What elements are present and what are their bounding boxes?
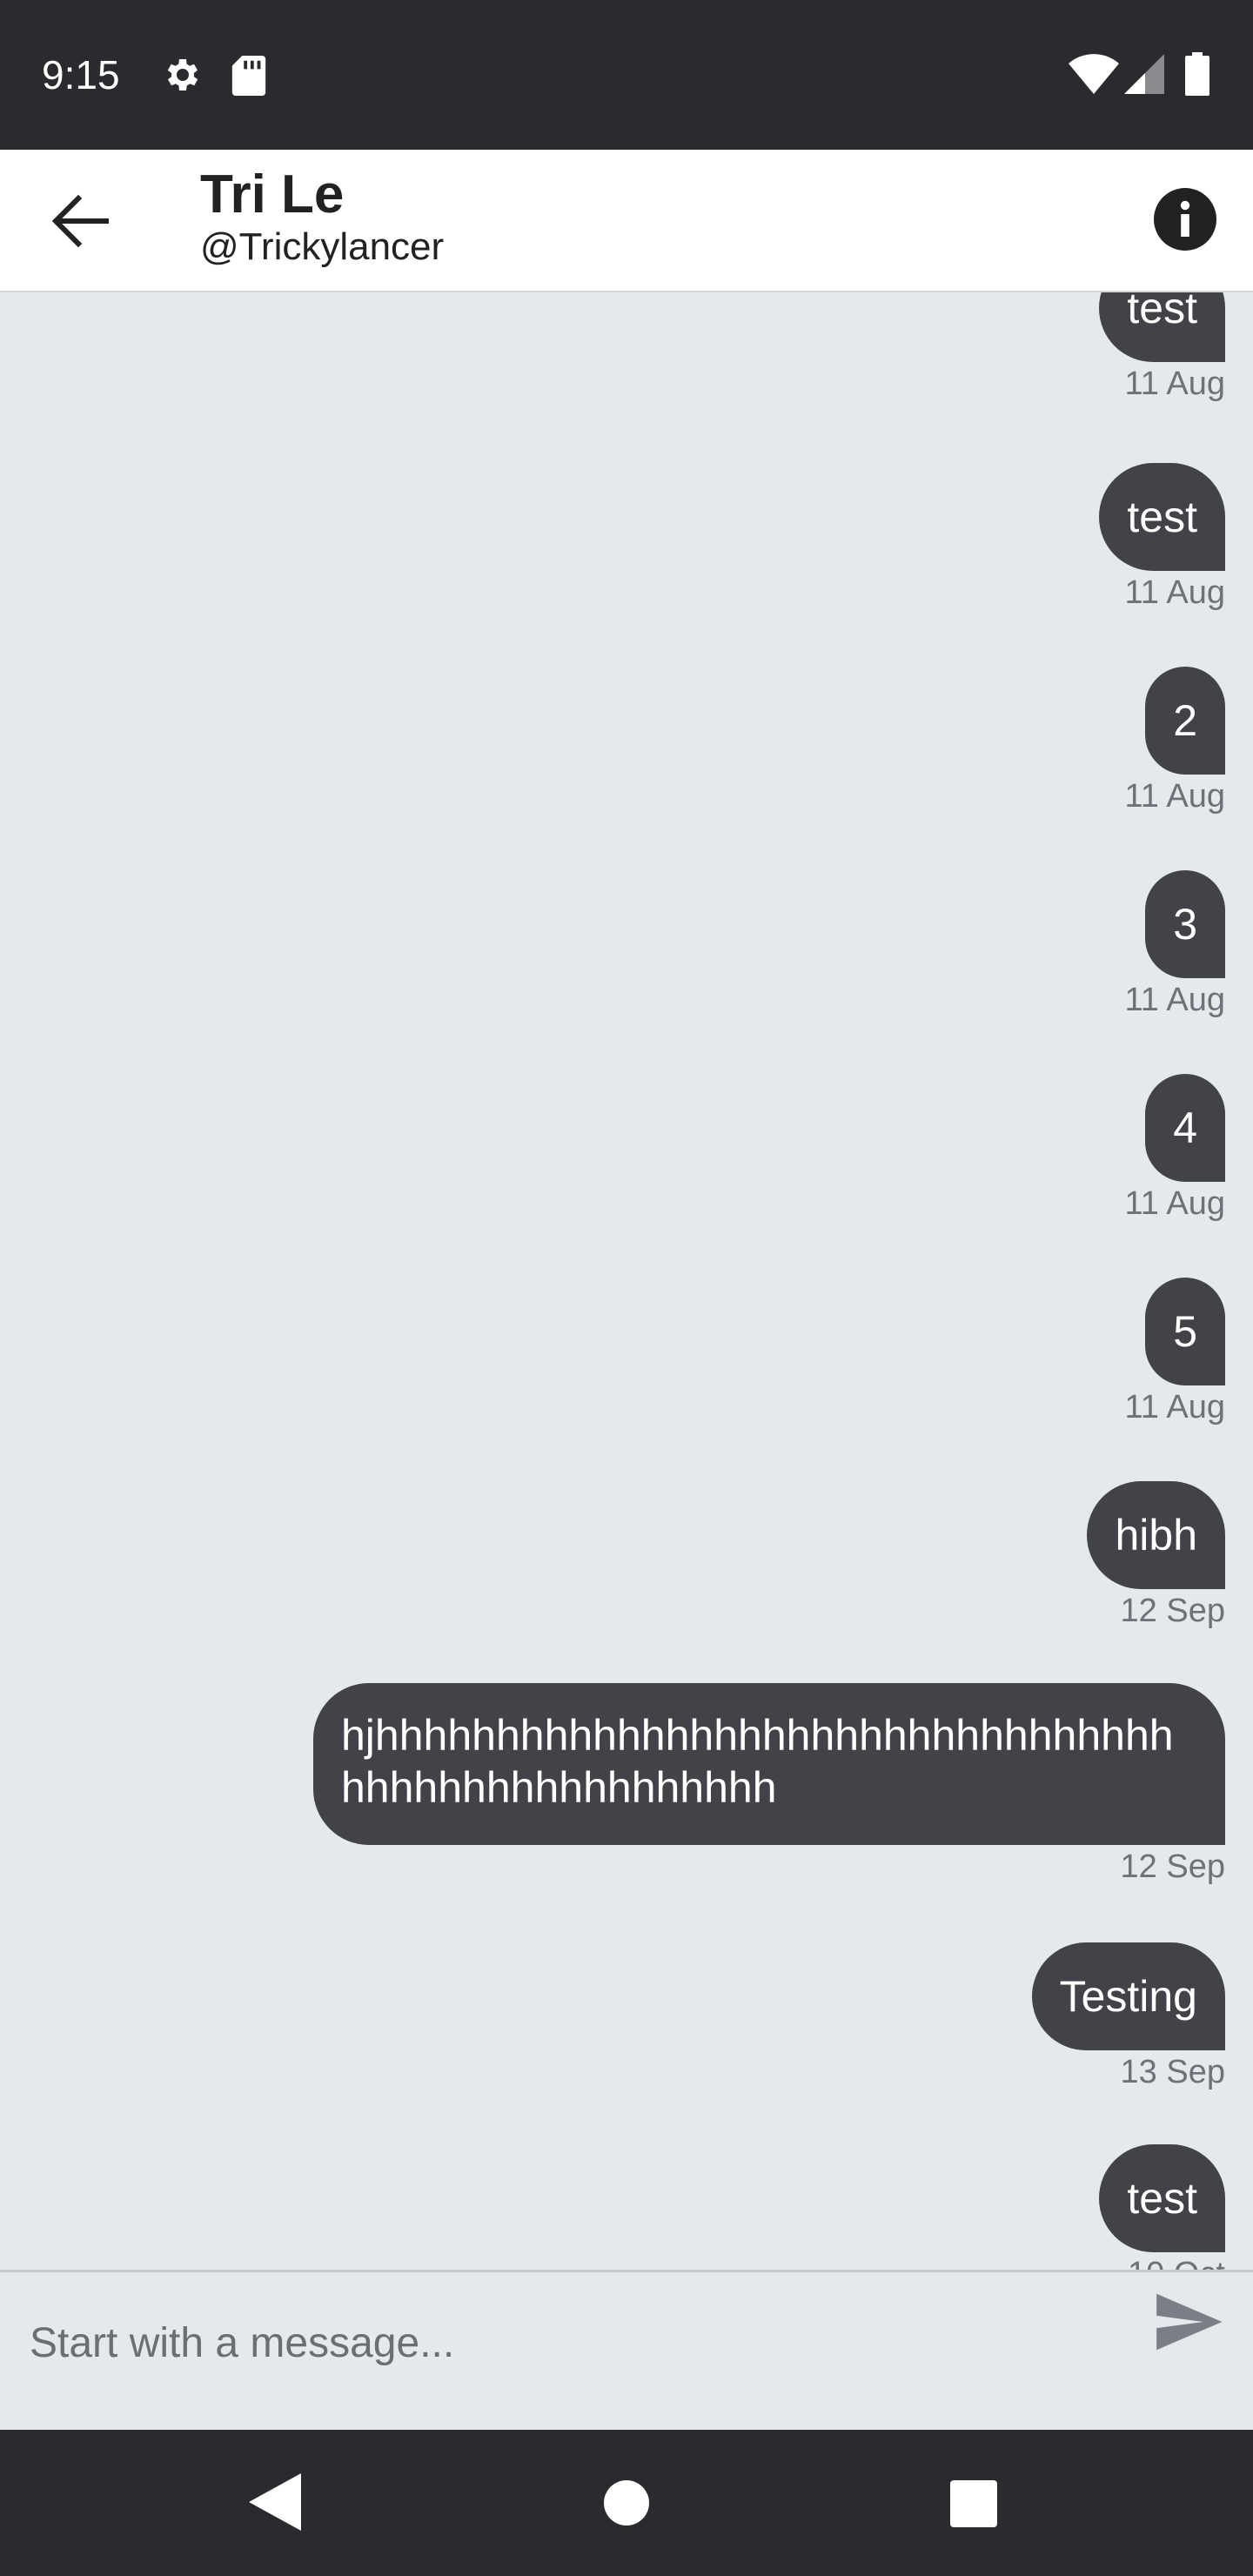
message-date: 13 Sep [1120, 2054, 1225, 2090]
message-date: 11 Aug [1124, 366, 1225, 402]
message-bubble[interactable]: 5 [1145, 1278, 1225, 1385]
message-item: hjhhhhhhhhhhhhhhhhhhhhhhhhhhhhhhhhhhhhhh… [313, 1683, 1225, 1887]
message-item: test 11 Aug [1099, 292, 1225, 404]
message-date: 12 Sep [1120, 1848, 1225, 1885]
recents-square-icon[interactable] [950, 2480, 997, 2527]
message-bubble[interactable]: 3 [1145, 870, 1225, 978]
message-bubble[interactable]: test [1099, 292, 1225, 362]
message-date: 11 Aug [1124, 574, 1225, 611]
message-input[interactable] [28, 2307, 1110, 2378]
message-item: 3 11 Aug [1124, 870, 1225, 1020]
send-icon[interactable] [1150, 2284, 1225, 2359]
system-nav-bar [0, 2430, 1253, 2576]
message-date: 12 Sep [1120, 1593, 1225, 1629]
home-circle-icon[interactable] [604, 2480, 649, 2526]
message-bubble[interactable]: Testing [1031, 1942, 1225, 2050]
message-item: test 10 Oct [1099, 2144, 1225, 2270]
status-bar: 9:15 [0, 0, 1253, 150]
message-item: 4 11 Aug [1124, 1074, 1225, 1224]
message-bubble[interactable]: 4 [1145, 1074, 1225, 1182]
back-triangle-icon[interactable] [249, 2473, 301, 2531]
contact-name: Tri Le [200, 164, 345, 225]
arrow-left-icon[interactable] [35, 178, 122, 265]
wifi-icon [1069, 54, 1119, 94]
message-bubble[interactable]: hibh [1087, 1481, 1225, 1589]
battery-icon [1185, 52, 1209, 96]
message-list[interactable]: test 11 Aug test 11 Aug 2 11 Aug 3 11 Au… [0, 292, 1253, 2270]
message-date: 11 Aug [1124, 982, 1225, 1018]
message-date: 11 Aug [1124, 778, 1225, 815]
message-date: 10 Oct [1099, 2254, 1225, 2270]
message-item: 5 11 Aug [1124, 1278, 1225, 1427]
message-composer [0, 2270, 1253, 2430]
message-item: test 11 Aug [1099, 463, 1225, 613]
contact-handle: @Trickylancer [200, 225, 445, 268]
message-item: 2 11 Aug [1124, 667, 1225, 816]
message-bubble[interactable]: test [1099, 463, 1225, 571]
sd-card-icon [231, 56, 266, 96]
message-bubble[interactable]: hjhhhhhhhhhhhhhhhhhhhhhhhhhhhhhhhhhhhhhh… [313, 1683, 1225, 1845]
message-bubble[interactable]: test [1099, 2144, 1225, 2252]
info-icon[interactable] [1150, 184, 1220, 254]
message-item: hibh 12 Sep [1087, 1481, 1225, 1631]
signal-icon [1124, 54, 1164, 94]
conversation-header: Tri Le @Trickylancer [0, 150, 1253, 292]
gear-icon [167, 59, 198, 91]
message-bubble[interactable]: 2 [1145, 667, 1225, 775]
message-date: 11 Aug [1124, 1389, 1225, 1426]
status-time: 9:15 [42, 52, 120, 97]
message-date: 11 Aug [1124, 1185, 1225, 1222]
message-item: Testing 13 Sep [1031, 1942, 1225, 2092]
